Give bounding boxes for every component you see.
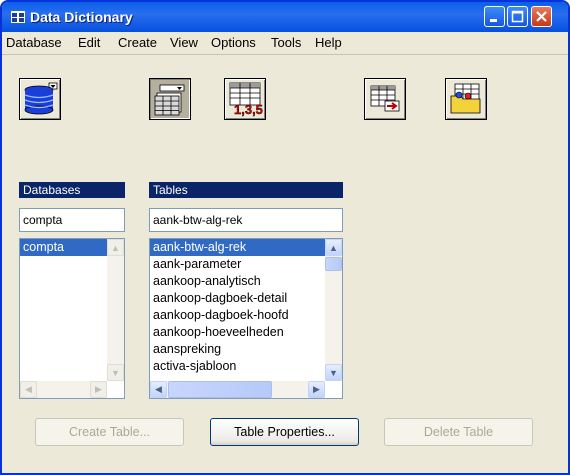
menu-database[interactable]: Database	[6, 35, 62, 50]
maximize-button[interactable]	[507, 6, 528, 27]
numbered-table-icon: 1,3,5	[229, 82, 263, 117]
app-icon	[11, 11, 25, 23]
delete-table-button[interactable]: Delete Table	[384, 418, 533, 446]
tables-vertical-scrollbar[interactable]: ▲ ▼	[325, 239, 342, 381]
data-dictionary-window: Data Dictionary Database Edit Create Vie…	[0, 0, 570, 475]
table-export-button[interactable]	[364, 78, 406, 120]
menu-view[interactable]: View	[170, 35, 198, 50]
table-relations-button[interactable]	[445, 78, 487, 120]
menu-options[interactable]: Options	[211, 35, 256, 50]
arrow-up-icon: ▲	[111, 242, 120, 253]
menu-help[interactable]: Help	[315, 35, 342, 50]
databases-horizontal-scrollbar[interactable]: ◀ ▶	[20, 381, 107, 398]
menu-create[interactable]: Create	[118, 35, 157, 50]
scroll-left-button[interactable]: ◀	[20, 381, 37, 398]
arrow-up-icon: ▲	[329, 242, 338, 253]
close-button[interactable]	[531, 6, 552, 27]
table-arrow-icon	[370, 85, 400, 112]
database-icon	[24, 82, 58, 115]
table-item[interactable]: aank-btw-alg-rek	[150, 239, 325, 256]
database-name-field[interactable]: compta	[19, 208, 125, 232]
close-icon	[536, 11, 547, 22]
minimize-button[interactable]	[484, 6, 505, 27]
vertical-scroll-thumb[interactable]	[325, 257, 342, 271]
horizontal-scroll-thumb[interactable]	[168, 381, 272, 398]
maximize-icon	[511, 10, 524, 23]
arrow-right-icon: ▶	[95, 384, 102, 394]
table-name-field[interactable]: aank-btw-alg-rek	[149, 208, 343, 232]
menu-tools[interactable]: Tools	[271, 35, 301, 50]
tables-horizontal-scrollbar[interactable]: ◀ ▶	[150, 381, 325, 398]
databases-label: Databases	[19, 182, 125, 198]
table-item[interactable]: aankoop-analytisch	[150, 273, 325, 290]
arrow-right-icon: ▶	[313, 384, 320, 394]
scroll-up-button[interactable]: ▲	[325, 239, 342, 256]
table-item[interactable]: aankoop-hoeveelheden	[150, 324, 325, 341]
minimize-icon	[490, 19, 497, 22]
tables-label: Tables	[149, 182, 343, 198]
tables-list-viewport: aank-btw-alg-rek aank-parameter aankoop-…	[150, 239, 325, 381]
scroll-right-button[interactable]: ▶	[308, 381, 325, 398]
table-properties-button[interactable]: Table Properties...	[210, 418, 359, 446]
arrow-left-icon: ◀	[155, 384, 162, 394]
table-item[interactable]: aankoop-dagboek-hoofd	[150, 307, 325, 324]
title-bar[interactable]: Data Dictionary	[2, 2, 568, 32]
databases-vertical-scrollbar[interactable]: ▲ ▼	[107, 239, 124, 381]
table-stack-icon	[154, 84, 185, 116]
scroll-down-button[interactable]: ▼	[107, 364, 124, 381]
table-item[interactable]: aank-parameter	[150, 256, 325, 273]
arrow-down-icon: ▼	[111, 367, 120, 378]
table-item[interactable]: activa-sjabloon	[150, 358, 325, 375]
database-item[interactable]: compta	[20, 239, 107, 256]
databases-list[interactable]: compta ▲ ▼ ◀ ▶	[19, 238, 125, 399]
arrow-down-icon: ▼	[329, 367, 338, 378]
table-numbers-button[interactable]: 1,3,5	[224, 78, 266, 120]
arrow-left-icon: ◀	[25, 384, 32, 394]
scroll-up-button[interactable]: ▲	[107, 239, 124, 256]
menu-bar: Database Edit Create View Options Tools …	[2, 32, 568, 55]
scroll-down-button[interactable]: ▼	[325, 364, 342, 381]
tables-list[interactable]: aank-btw-alg-rek aank-parameter aankoop-…	[149, 238, 343, 399]
create-table-button[interactable]: Create Table...	[35, 418, 184, 446]
table-item[interactable]: aankoop-dagboek-detail	[150, 290, 325, 307]
table-item[interactable]: aanspreking	[150, 341, 325, 358]
window-title: Data Dictionary	[30, 9, 133, 25]
scroll-left-button[interactable]: ◀	[150, 381, 167, 398]
menu-edit[interactable]: Edit	[78, 35, 100, 50]
scroll-right-button[interactable]: ▶	[90, 381, 107, 398]
select-database-button[interactable]	[19, 78, 61, 120]
table-list-button[interactable]	[149, 78, 191, 120]
folder-table-icon	[450, 83, 481, 114]
svg-text:1,3,5: 1,3,5	[234, 102, 263, 117]
